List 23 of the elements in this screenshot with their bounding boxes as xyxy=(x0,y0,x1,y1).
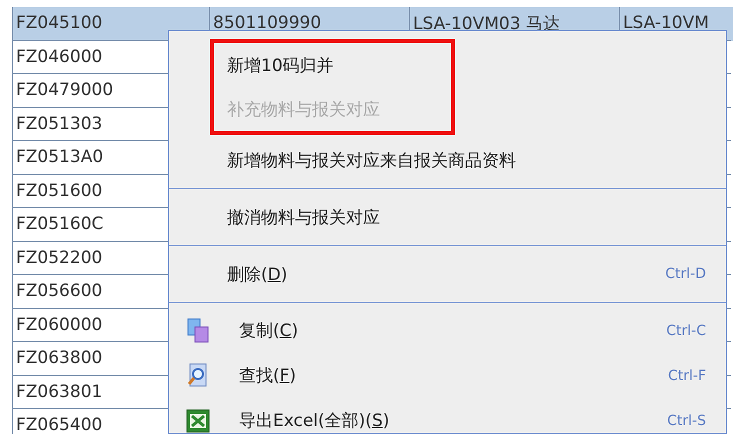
menu-item[interactable]: 查找(F) Ctrl-F xyxy=(169,353,726,398)
menu-item[interactable]: 撤消物料与报关对应 xyxy=(169,194,726,240)
table-cell: FZ052200 xyxy=(16,248,102,268)
table-cell: FZ0513A0 xyxy=(16,147,104,168)
table-cell: FZ060000 xyxy=(16,314,102,335)
menu-item[interactable]: 导出Excel(全部)(S) Ctrl-S xyxy=(169,398,726,434)
table-cell: FZ065400 xyxy=(16,415,102,434)
menu-item[interactable]: 复制(C) Ctrl-C xyxy=(169,308,726,353)
table-cell: FZ063801 xyxy=(16,382,102,402)
table-cell: LSA-10VM xyxy=(623,13,709,34)
table-cell: FZ056600 xyxy=(16,281,102,302)
find-icon xyxy=(187,362,209,388)
table-cell: FZ051303 xyxy=(16,114,102,134)
table-cell: FZ046000 xyxy=(16,46,102,67)
menu-item[interactable]: 删除(D) Ctrl-D xyxy=(169,251,726,297)
table-cell: 8501109990 xyxy=(213,13,322,34)
menu-item[interactable]: 新增物料与报关对应来自报关商品资料 xyxy=(169,137,726,183)
table-cell: FZ045100 xyxy=(16,13,102,34)
table-cell: FZ0479000 xyxy=(16,80,114,100)
table-cell: FZ05160C xyxy=(16,214,104,234)
table-cell: FZ051600 xyxy=(16,180,102,201)
table-cell: FZ063800 xyxy=(16,348,102,368)
copy-icon xyxy=(186,318,210,344)
